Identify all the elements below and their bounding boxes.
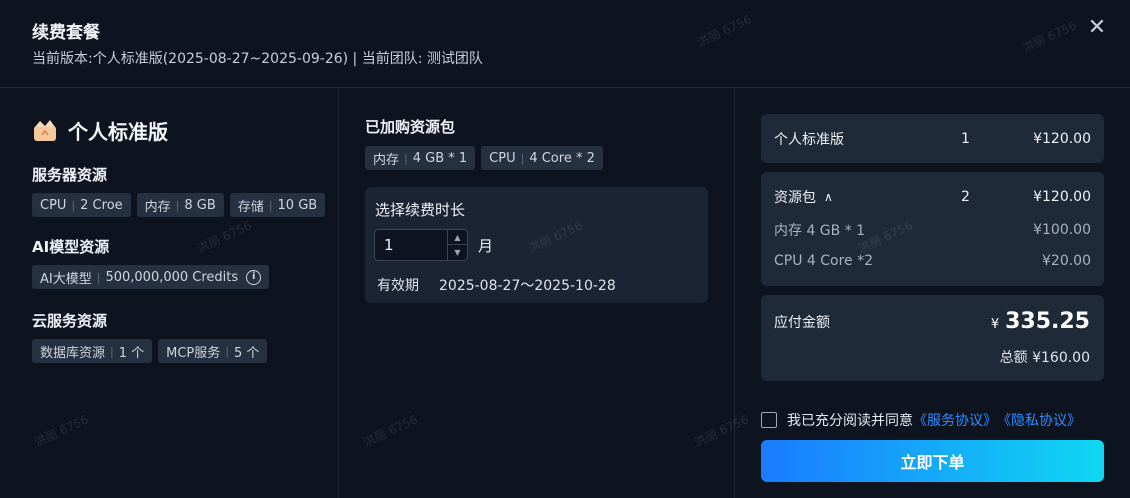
summary-pack-row[interactable]: 资源包 ∧ 2 ¥120.00 [774, 187, 1091, 207]
column-divider [338, 88, 339, 498]
place-order-button[interactable]: 立即下单 [761, 440, 1104, 482]
watermark: 洪丽 6756 [360, 412, 420, 450]
agreement-checkbox[interactable] [761, 412, 777, 428]
watermark: 洪丽 6756 [31, 412, 91, 450]
summary-pack-qty: 2 [961, 189, 970, 205]
server-resource-title: 服务器资源 [32, 166, 108, 184]
addon-tag-cpu: CPU | 4 Core * 2 [481, 146, 603, 170]
addons-tags: 内存 | 4 GB * 1 CPU | 4 Core * 2 [365, 146, 603, 170]
valid-period-value: 2025-08-27～2025-10-28 [439, 278, 616, 294]
privacy-agreement-link[interactable]: 《隐私协议》 [997, 410, 1081, 430]
info-icon[interactable]: i [246, 269, 262, 285]
summary-plan-card: 个人标准版 1 ¥120.00 [761, 114, 1104, 163]
tag-cpu: CPU | 2 Croe [32, 193, 131, 217]
dialog-subtitle: 当前版本:个人标准版(2025-08-27~2025-09-26) | 当前团队… [32, 51, 483, 67]
summary-pack-name: 资源包 [774, 190, 816, 206]
tag-database: 数据库资源 | 1 个 [32, 339, 153, 363]
stepper-down-icon[interactable]: ▼ [448, 245, 467, 260]
stepper-arrows: ▲ ▼ [447, 230, 467, 260]
valid-period-label: 有效期 [377, 278, 419, 294]
server-resource-tags: CPU | 2 Croe 内存 | 8 GB 存储 | 10 GB [32, 193, 326, 217]
plan-header: 个人标准版 [32, 115, 168, 145]
ai-resource-tags: AI大模型 | 500,000,000 Credits i [32, 265, 270, 289]
tag-memory: 内存 | 8 GB [136, 193, 224, 217]
agreement-text: 我已充分阅读并同意 [787, 413, 913, 429]
summary-pack-item: CPU 4 Core *2 ¥20.00 [774, 253, 1091, 269]
summary-pack-card: 资源包 ∧ 2 ¥120.00 内存 4 GB * 1 ¥100.00 CPU 4… [761, 172, 1104, 286]
duration-input[interactable] [375, 230, 447, 260]
cloud-resource-title: 云服务资源 [32, 312, 108, 330]
chevron-up-icon[interactable]: ∧ [824, 190, 833, 204]
duration-title: 选择续费时长 [375, 201, 466, 219]
summary-plan-price: ¥120.00 [1033, 131, 1091, 147]
summary-plan-name: 个人标准版 [774, 132, 844, 148]
tag-ai-model: AI大模型 | 500,000,000 Credits i [32, 265, 270, 289]
dialog-title: 续费套餐 [32, 23, 100, 43]
pay-total: 总额 ¥160.00 [999, 350, 1090, 366]
duration-panel: 选择续费时长 ▲ ▼ 月 有效期 2025-08-27～2025-10-28 [365, 187, 708, 303]
cloud-resource-tags: 数据库资源 | 1 个 MCP服务 | 5 个 [32, 339, 268, 363]
watermark: 洪丽 6756 [691, 412, 751, 450]
plan-name: 个人标准版 [68, 119, 168, 144]
agreement-row: 我已充分阅读并同意 《服务协议》 《隐私协议》 [761, 410, 1081, 430]
renew-dialog: 续费套餐 当前版本:个人标准版(2025-08-27~2025-09-26) |… [0, 0, 1130, 498]
summary-plan-row: 个人标准版 1 ¥120.00 [774, 129, 1091, 149]
summary-pay-card: 应付金额 ¥335.25 总额 ¥160.00 [761, 295, 1104, 381]
tag-storage: 存储 | 10 GB [229, 193, 326, 217]
watermark: 洪丽 6756 [194, 218, 254, 256]
summary-plan-qty: 1 [961, 131, 970, 147]
duration-unit: 月 [478, 237, 494, 255]
dialog-header: 续费套餐 当前版本:个人标准版(2025-08-27~2025-09-26) |… [0, 0, 1130, 88]
service-agreement-link[interactable]: 《服务协议》 [913, 410, 997, 430]
tag-mcp: MCP服务 | 5 个 [158, 339, 268, 363]
summary-pack-item: 内存 4 GB * 1 ¥100.00 [774, 222, 1091, 239]
addon-tag-memory: 内存 | 4 GB * 1 [365, 146, 476, 170]
close-icon[interactable]: ✕ [1086, 17, 1108, 39]
pay-label: 应付金额 [774, 315, 830, 331]
stepper-up-icon[interactable]: ▲ [448, 230, 467, 245]
duration-stepper[interactable]: ▲ ▼ [374, 229, 468, 261]
pay-amount: ¥335.25 [990, 309, 1090, 334]
crown-icon [34, 120, 56, 141]
column-divider [734, 88, 735, 498]
ai-resource-title: AI模型资源 [32, 238, 110, 256]
summary-pack-price: ¥120.00 [1033, 189, 1091, 205]
addons-title: 已加购资源包 [365, 118, 456, 136]
